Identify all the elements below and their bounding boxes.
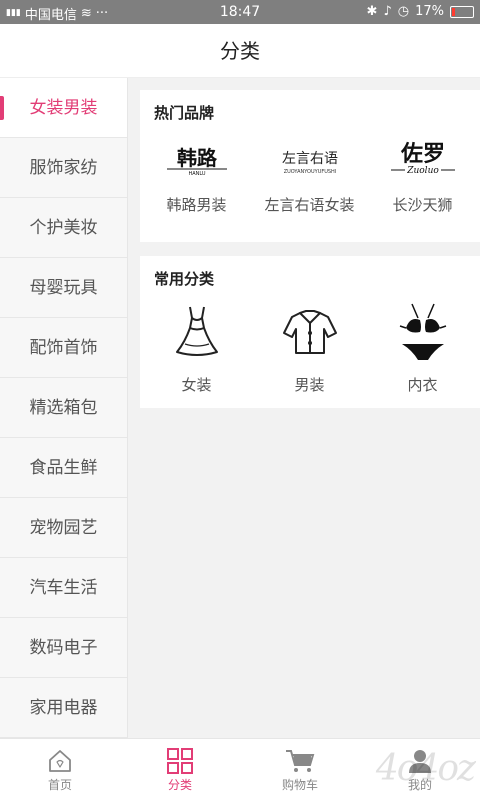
sidebar-item-appliances[interactable]: 家用电器 (0, 678, 127, 738)
sidebar-item-label: 母婴玩具 (29, 278, 98, 298)
sidebar-item-label: 宠物园艺 (29, 518, 98, 538)
brand-item-hanlu[interactable]: 韩路 HANLU 韩路男装 (140, 138, 253, 218)
category-label: 男装 (294, 376, 325, 394)
tab-category[interactable]: 分类 (120, 739, 240, 800)
sidebar-item-label: 数码电子 (29, 638, 98, 658)
tab-cart[interactable]: 购物车 (240, 739, 360, 800)
sidebar-item-auto[interactable]: 汽车生活 (0, 558, 127, 618)
sidebar-item-digital[interactable]: 数码电子 (0, 618, 127, 678)
sidebar-item-label: 精选箱包 (29, 398, 98, 418)
category-underwear[interactable]: 内衣 (366, 302, 479, 395)
sidebar-item-food[interactable]: 食品生鲜 (0, 438, 127, 498)
category-women[interactable]: 女装 (140, 302, 253, 395)
alarm-icon: ◷ (397, 4, 410, 19)
zuoyanyouyu-logo: 左言右语 ZUOYANYOUYUFUSHI (253, 138, 366, 180)
sidebar-item-baby-toys[interactable]: 母婴玩具 (0, 258, 127, 318)
logo-text: 韩路 (177, 146, 218, 170)
zuoluo-logo: 佐罗 Zuoluo (366, 138, 479, 180)
common-categories-title: 常用分类 (154, 270, 215, 288)
page-title: 分类 (0, 24, 480, 78)
brand-item-zuoyanyouyu[interactable]: 左言右语 ZUOYANYOUYUFUSHI 左言右语女装 (253, 138, 366, 218)
bikini-icon (366, 302, 479, 362)
dress-icon (140, 302, 253, 362)
sidebar-item-label: 服饰家纺 (29, 158, 98, 178)
sidebar-item-label: 汽车生活 (29, 578, 98, 598)
sidebar-item-bags[interactable]: 精选箱包 (0, 378, 127, 438)
status-bar: ▮▮▮ 中国电信 ≋ ··· 18:47 ✱ ♪ ◷ 17% (0, 0, 480, 24)
brand-list: 韩路 HANLU 韩路男装 左言右语 ZUOYANYOUYUFUSHI 左言右语… (140, 138, 480, 218)
brand-label: 长沙天狮 (392, 196, 453, 214)
hot-brands-card: 热门品牌 韩路 HANLU 韩路男装 左言右语 ZUOYANYOUYUFUSHI… (140, 90, 480, 242)
sidebar-item-label: 家用电器 (29, 698, 98, 718)
logo-text: 左言右语 (282, 151, 338, 167)
sidebar-item-apparel-home[interactable]: 服饰家纺 (0, 138, 127, 198)
shirt-icon (253, 302, 366, 362)
tab-label: 分类 (167, 778, 192, 792)
hot-brands-title: 热门品牌 (154, 104, 215, 122)
logo-subtext: HANLU (188, 171, 205, 177)
brand-label: 左言右语女装 (264, 196, 355, 214)
logo-subtext: ZUOYANYOUYUFUSHI (283, 169, 336, 175)
category-label: 内衣 (407, 376, 438, 394)
logo-text: 佐罗 (399, 141, 444, 167)
sidebar-item-women-men[interactable]: 女装男装 (0, 78, 127, 138)
bluetooth-icon: ✱ (366, 4, 378, 19)
battery-percent: 17% (415, 4, 444, 19)
grid-icon (120, 746, 240, 776)
battery-icon (450, 5, 474, 18)
category-label: 女装 (181, 376, 212, 394)
mute-icon: ♪ (383, 4, 392, 19)
sidebar-item-jewelry[interactable]: 配饰首饰 (0, 318, 127, 378)
sidebar-item-label: 个护美妆 (29, 218, 98, 238)
sidebar-item-label: 女装男装 (29, 98, 98, 118)
site-watermark: 4o4oz (375, 748, 476, 789)
sidebar-item-beauty[interactable]: 个护美妆 (0, 198, 127, 258)
status-right: ✱ ♪ ◷ 17% (367, 4, 474, 19)
category-men[interactable]: 男装 (253, 302, 366, 395)
cart-icon (240, 746, 360, 776)
home-icon (0, 746, 120, 776)
brand-label: 韩路男装 (166, 196, 227, 214)
sidebar-item-pets-garden[interactable]: 宠物园艺 (0, 498, 127, 558)
tab-label: 首页 (47, 778, 72, 792)
sidebar-item-label: 食品生鲜 (29, 458, 98, 478)
tab-home[interactable]: 首页 (0, 739, 120, 800)
category-list: 女装 男装 内衣 (140, 302, 480, 395)
logo-subtext: Zuoluo (406, 166, 439, 176)
category-sidebar: 女装男装 服饰家纺 个护美妆 母婴玩具 配饰首饰 精选箱包 食品生鲜 宠物园艺 … (0, 78, 128, 738)
sidebar-item-label: 配饰首饰 (29, 338, 98, 358)
common-categories-card: 常用分类 女装 男装 内衣 (140, 256, 480, 408)
tab-label: 购物车 (281, 778, 318, 792)
brand-item-zuoluo[interactable]: 佐罗 Zuoluo 长沙天狮 (366, 138, 479, 218)
hanlu-logo: 韩路 HANLU (140, 138, 253, 180)
